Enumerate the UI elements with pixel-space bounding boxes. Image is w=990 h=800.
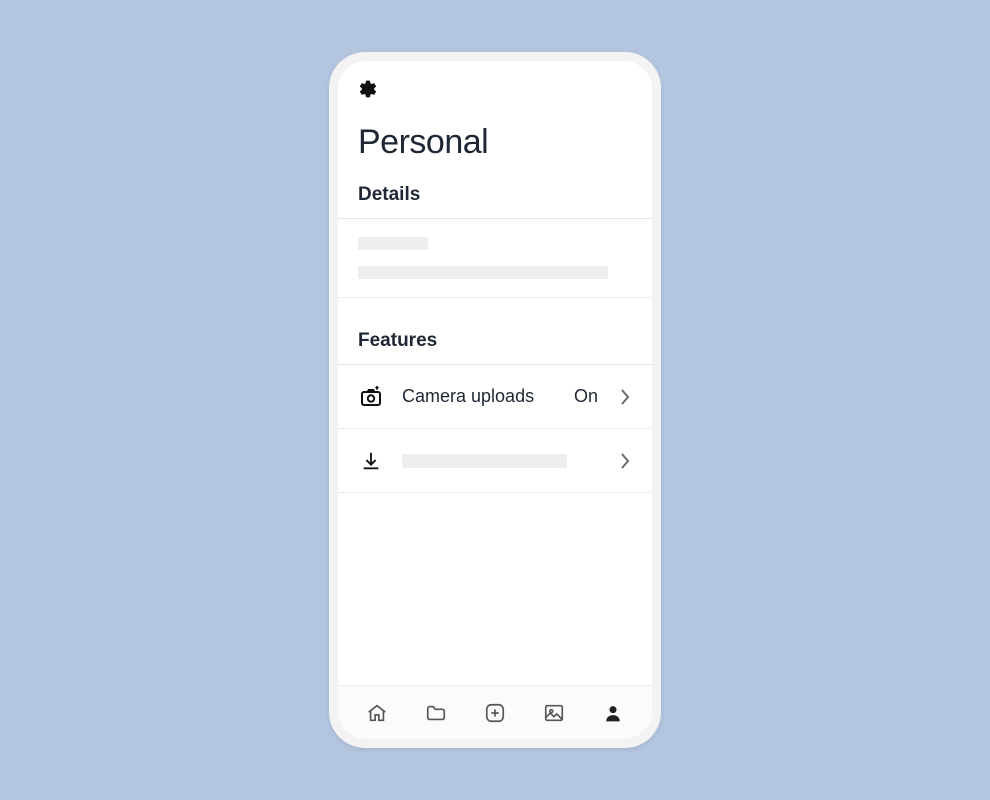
skeleton-line [358, 237, 428, 250]
section-gap [338, 298, 652, 320]
chevron-right-icon [620, 388, 632, 406]
folder-tab[interactable] [423, 700, 449, 726]
phone-frame: Personal Details Features Camera uplo [329, 52, 661, 748]
content-area: Personal Details Features Camera uplo [338, 61, 652, 685]
add-tab[interactable] [482, 700, 508, 726]
download-row[interactable] [338, 429, 652, 493]
features-heading: Features [338, 320, 652, 365]
camera-uploads-label: Camera uploads [402, 386, 556, 407]
skeleton-label [402, 454, 602, 468]
page-title: Personal [338, 99, 652, 174]
details-placeholder [338, 219, 652, 298]
chevron-right-icon [620, 452, 632, 470]
camera-uploads-row[interactable]: Camera uploads On [338, 365, 652, 429]
skeleton-line [358, 266, 608, 279]
home-tab[interactable] [364, 700, 390, 726]
details-heading: Details [338, 174, 652, 219]
download-icon [358, 450, 384, 472]
top-bar [338, 61, 652, 99]
tab-bar [338, 685, 652, 739]
photos-tab[interactable] [541, 700, 567, 726]
camera-upload-icon [358, 385, 384, 409]
screen: Personal Details Features Camera uplo [338, 61, 652, 739]
camera-uploads-value: On [574, 386, 598, 407]
account-tab[interactable] [600, 700, 626, 726]
gear-icon[interactable] [358, 79, 632, 99]
